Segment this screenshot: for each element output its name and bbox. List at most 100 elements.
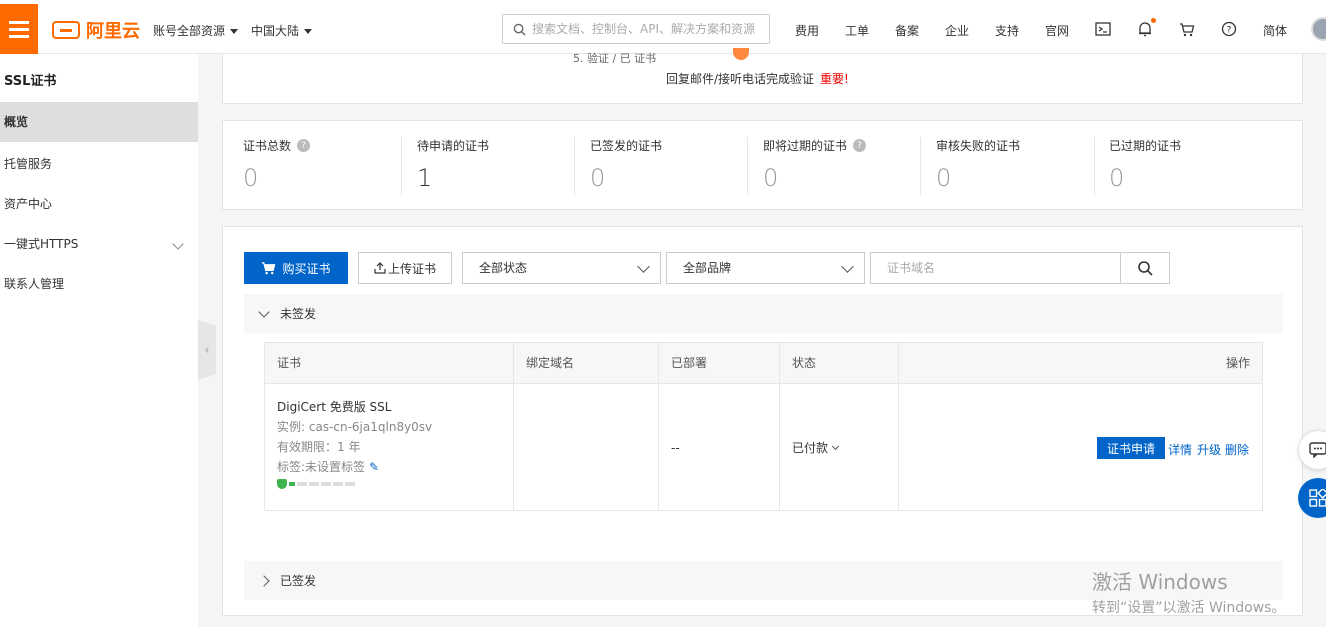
certificate-table: 证书 绑定域名 已部署 状态 操作 DigiCert 免费版 SSL 实例: c… bbox=[264, 342, 1263, 511]
step-indicator-icon bbox=[733, 48, 749, 60]
stat-expired[interactable]: 已过期的证书 0 bbox=[1109, 137, 1282, 195]
column-divider bbox=[898, 343, 899, 510]
status-select[interactable]: 全部状态 bbox=[462, 252, 661, 284]
notification-dot bbox=[1151, 18, 1156, 23]
certificate-stats-panel: 证书总数? 0 待申请的证书 1 已签发的证书 0 即将过期的证书? 0 审核失… bbox=[222, 120, 1303, 210]
sidebar: SSL证书 概览 托管服务 资产中心 一键式HTTPS 联系人管理 bbox=[0, 54, 198, 627]
all-resources-label: 账号全部资源 bbox=[153, 24, 226, 38]
nav-fees[interactable]: 费用 bbox=[795, 22, 819, 39]
verification-text: 回复邮件/接听电话完成验证 bbox=[666, 72, 815, 86]
stat-label: 待申请的证书 bbox=[417, 139, 490, 153]
nav-support[interactable]: 支持 bbox=[995, 22, 1019, 39]
status-dropdown[interactable]: 已付款 bbox=[792, 439, 840, 456]
search-icon bbox=[513, 23, 526, 36]
nav-icp[interactable]: 备案 bbox=[895, 22, 919, 39]
delete-link[interactable]: 删除 bbox=[1225, 441, 1249, 458]
stat-value: 0 bbox=[243, 164, 259, 192]
domain-search-input[interactable] bbox=[870, 252, 1121, 284]
upload-icon bbox=[374, 262, 386, 274]
chevron-down-icon bbox=[841, 260, 854, 273]
stat-value: 0 bbox=[763, 164, 779, 192]
aliyun-logo-icon bbox=[52, 21, 80, 39]
sidebar-item-label: 一键式HTTPS bbox=[4, 237, 79, 251]
group-unsigned-label: 未签发 bbox=[280, 307, 317, 321]
column-header-certificate: 证书 bbox=[277, 356, 302, 370]
divider bbox=[574, 137, 575, 195]
terminal-icon[interactable] bbox=[1094, 20, 1112, 38]
progress-segment bbox=[333, 482, 343, 486]
stat-value: 0 bbox=[1109, 164, 1125, 192]
sidebar-item-asset-center[interactable]: 资产中心 bbox=[0, 184, 198, 224]
sidebar-item-overview[interactable]: 概览 bbox=[0, 102, 198, 142]
stat-total[interactable]: 证书总数? 0 bbox=[243, 137, 416, 195]
nav-official-site[interactable]: 官网 bbox=[1045, 22, 1069, 39]
help-icon[interactable]: ? bbox=[853, 139, 867, 152]
help-icon[interactable]: ? bbox=[297, 139, 311, 152]
progress-segment bbox=[309, 482, 319, 486]
watermark-subtitle: 转到“设置”以激活 Windows。 bbox=[1092, 600, 1286, 616]
apply-certificate-button[interactable]: 证书申请 bbox=[1097, 437, 1165, 459]
stat-pending[interactable]: 待申请的证书 1 bbox=[417, 137, 590, 195]
windows-activation-watermark: 激活 Windows 转到“设置”以激活 Windows。 bbox=[1092, 566, 1285, 617]
group-unsigned-header[interactable]: 未签发 bbox=[244, 294, 1283, 333]
region-dropdown[interactable]: 中国大陆 bbox=[251, 22, 313, 39]
sidebar-item-managed-service[interactable]: 托管服务 bbox=[0, 144, 198, 184]
apps-grid-icon bbox=[1309, 489, 1326, 507]
certificate-name: DigiCert 免费版 SSL bbox=[277, 400, 392, 414]
brand-select-value: 全部品牌 bbox=[683, 261, 732, 275]
all-resources-dropdown[interactable]: 账号全部资源 bbox=[153, 22, 239, 39]
stat-label: 已过期的证书 bbox=[1109, 139, 1182, 153]
help-icon[interactable]: ? bbox=[1220, 20, 1238, 38]
language-switch[interactable]: 简体 bbox=[1263, 22, 1287, 39]
edit-icon[interactable]: ✎ bbox=[369, 457, 379, 477]
brand-select[interactable]: 全部品牌 bbox=[666, 252, 865, 284]
verification-step-label: 5. 验证 / 已 证书 bbox=[573, 52, 657, 65]
column-header-deployed: 已部署 bbox=[671, 356, 708, 370]
stat-label: 证书总数 bbox=[243, 139, 292, 153]
stat-value: 0 bbox=[936, 164, 952, 192]
search-icon bbox=[1138, 261, 1153, 276]
nav-tickets[interactable]: 工单 bbox=[845, 22, 869, 39]
details-link[interactable]: 详情 bbox=[1168, 441, 1192, 458]
sidebar-collapse-handle[interactable]: ‹ bbox=[198, 320, 216, 380]
certificate-instance: 实例: cas-cn-6ja1qln8y0sv bbox=[277, 420, 433, 434]
cart-icon[interactable] bbox=[1178, 20, 1196, 38]
table-header: 证书 绑定域名 已部署 状态 操作 bbox=[265, 343, 1262, 384]
stat-value: 0 bbox=[590, 164, 606, 192]
chevron-down-icon bbox=[172, 238, 184, 250]
sidebar-title: SSL证书 bbox=[4, 74, 57, 89]
stat-failed[interactable]: 审核失败的证书 0 bbox=[936, 137, 1109, 195]
upload-certificate-button[interactable]: 上传证书 bbox=[358, 252, 452, 284]
nav-enterprise[interactable]: 企业 bbox=[945, 22, 969, 39]
chevron-right-icon bbox=[258, 574, 270, 587]
certificate-progress bbox=[277, 479, 432, 489]
divider bbox=[920, 137, 921, 195]
chevron-down-icon bbox=[258, 305, 270, 318]
progress-segment bbox=[345, 482, 355, 486]
important-link[interactable]: 重要! bbox=[820, 72, 849, 86]
verification-panel: 5. 验证 / 已 证书 回复邮件/接听电话完成验证 重要! bbox=[222, 48, 1303, 104]
stat-expiring[interactable]: 即将过期的证书? 0 bbox=[763, 137, 936, 195]
deployed-cell: -- bbox=[671, 441, 680, 455]
chevron-left-icon: ‹ bbox=[204, 343, 210, 357]
upgrade-link[interactable]: 升级 bbox=[1197, 441, 1221, 458]
user-avatar[interactable] bbox=[1311, 17, 1326, 41]
global-search-input[interactable] bbox=[532, 22, 760, 36]
domain-search-button[interactable] bbox=[1120, 252, 1170, 284]
buy-certificate-label: 购买证书 bbox=[282, 261, 331, 276]
chevron-down-icon bbox=[637, 260, 650, 273]
sidebar-item-contacts[interactable]: 联系人管理 bbox=[0, 264, 198, 304]
bell-icon[interactable] bbox=[1136, 18, 1156, 38]
stat-issued[interactable]: 已签发的证书 0 bbox=[590, 137, 763, 195]
svg-text:?: ? bbox=[1227, 26, 1232, 36]
divider bbox=[1094, 137, 1095, 195]
certificate-tags: 标签:未设置标签 ✎ bbox=[277, 457, 432, 477]
global-search[interactable] bbox=[502, 14, 770, 44]
sidebar-item-one-click-https[interactable]: 一键式HTTPS bbox=[0, 224, 198, 264]
menu-icon[interactable] bbox=[0, 4, 38, 54]
buy-certificate-button[interactable]: 购买证书 bbox=[244, 252, 348, 284]
chat-icon bbox=[1309, 442, 1326, 458]
stat-value: 1 bbox=[417, 164, 433, 192]
aliyun-logo[interactable]: 阿里云 bbox=[52, 17, 140, 43]
column-divider bbox=[779, 343, 780, 510]
